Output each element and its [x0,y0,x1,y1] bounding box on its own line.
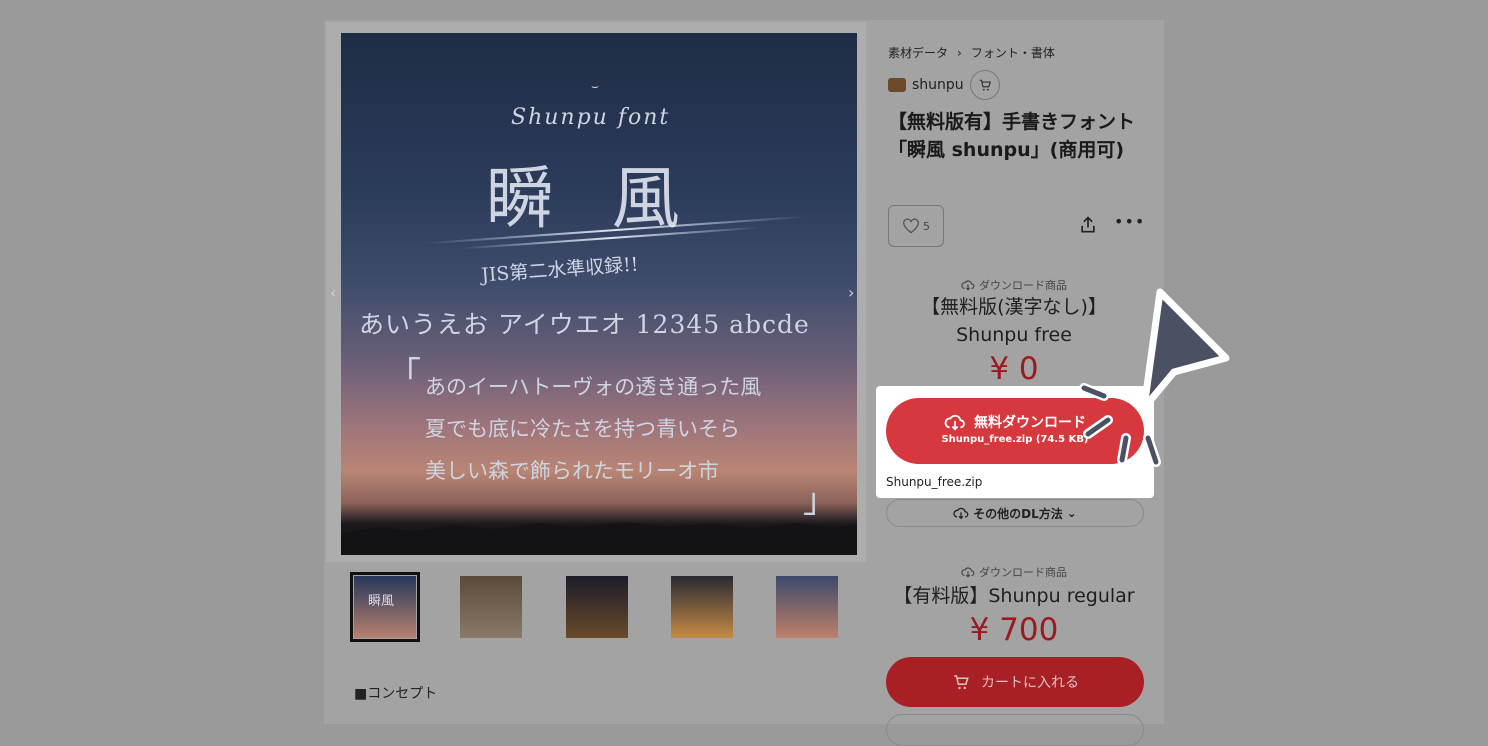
thumbnail-label: 瞬風 [368,594,395,609]
hero-sample-line: あいうえお アイウエオ 12345 abcde [359,310,810,339]
thumbnail[interactable] [460,576,522,638]
cloud-download-icon [961,567,975,578]
hero-title-en: Shunpu font [511,105,671,130]
cart-icon [954,675,969,690]
shop-logo[interactable] [888,78,906,92]
thumbnail-strip: 瞬風 [350,572,842,644]
cart-icon [979,79,991,91]
shop-info: shunpu [888,70,1000,100]
paid-product-block: ダウンロード商品 【有料版】Shunpu regular ¥ 700 [884,564,1144,650]
like-count: 5 [923,219,930,233]
hero-poem-line: あのイーハトーヴォの透き通った風 [425,375,762,399]
heart-icon [903,218,919,234]
share-icon [1081,216,1095,233]
breadcrumb-link[interactable]: フォント・書体 [971,46,1055,60]
share-button[interactable] [1078,215,1098,239]
breadcrumb: 素材データ › フォント・書体 [888,44,1055,61]
hero-poem-line: 美しい森で飾られたモリーオ市 [425,459,719,483]
hero-bracket-close: 」 [803,481,837,521]
like-button[interactable]: 5 [888,205,944,247]
moon-mark: ⌣ [591,79,599,93]
thumbnail[interactable]: 瞬風 [350,572,420,642]
add-to-cart-button[interactable]: カートに入れる [886,657,1144,707]
product-kind: ダウンロード商品 [884,564,1144,580]
cloud-download-icon [953,507,969,520]
prev-image-icon[interactable]: ‹ [330,283,336,302]
product-main-image[interactable]: ⌣ Shunpu font 瞬 風 JIS第二水準収録!! あいうえお アイウエ… [341,33,857,555]
other-download-methods-button[interactable]: その他のDL方法 ⌄ [886,499,1144,527]
chevron-right-icon: › [957,46,962,60]
hero-jis-note: JIS第二水準収録!! [480,253,640,287]
concept-heading: ■コンセプト [354,686,438,702]
shop-name[interactable]: shunpu [912,77,964,93]
download-file-name: Shunpu_free.zip [886,475,983,489]
paid-product-price: ¥ 700 [969,612,1059,648]
cursor-click-icon [1079,288,1230,467]
hero-bracket-open: 「 [387,355,421,395]
thumbnail[interactable] [671,576,733,638]
thumbnail[interactable] [776,576,838,638]
cloud-download-icon [944,414,965,431]
shop-cart-button[interactable] [969,70,1000,100]
thumbnail[interactable] [566,576,628,638]
product-title: 【無料版有】手書きフォント「瞬風 shunpu」(商用可) [888,111,1136,161]
paid-product-name: 【有料版】Shunpu regular [893,585,1135,607]
breadcrumb-link[interactable]: 素材データ [888,46,948,60]
next-image-icon[interactable]: › [848,283,854,302]
more-options-icon[interactable]: ••• [1114,212,1145,231]
chevron-down-icon: ⌄ [1066,506,1077,520]
mountain-silhouette [341,522,857,555]
secondary-button[interactable] [886,714,1144,746]
cloud-download-icon [961,280,975,291]
hero-poem-line: 夏でも底に冷たさを持つ青いそら [425,417,740,441]
